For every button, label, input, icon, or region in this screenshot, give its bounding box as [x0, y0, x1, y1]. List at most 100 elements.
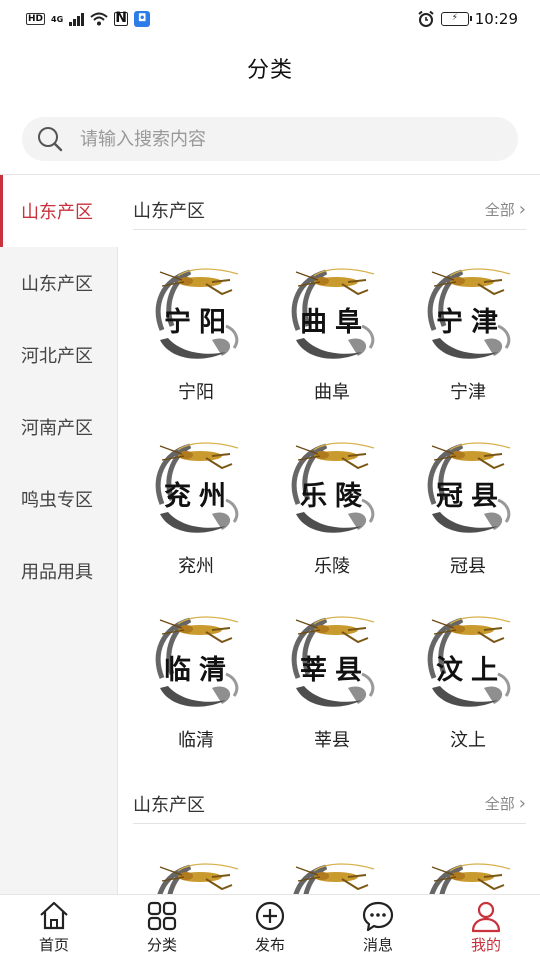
region-thumbnail: 兖州: [142, 434, 250, 542]
page-title: 分类: [246, 58, 293, 83]
nfc-icon: N: [114, 10, 129, 26]
section-header: 山东产区 全部 ›: [133, 190, 526, 230]
section-header: 山东产区 全部 ›: [133, 784, 526, 824]
sidebar-item-label: 河南产区: [21, 418, 93, 439]
status-left: HD 4G N ◘: [26, 10, 151, 27]
region-thumbnail: [414, 855, 522, 894]
tab-home[interactable]: 首页: [0, 895, 108, 960]
section-title: 山东产区: [133, 794, 205, 816]
region-label: 临清: [178, 730, 214, 751]
region-label: 宁津: [450, 382, 486, 403]
region-label: 汶上: [450, 730, 486, 751]
chevron-right-icon: ›: [518, 793, 526, 814]
cricket-ink-icon: [293, 863, 375, 894]
tab-label: 发布: [254, 936, 285, 954]
region-card[interactable]: [133, 855, 259, 894]
sidebar-item-supplies[interactable]: 用品用具: [0, 535, 117, 607]
region-badge-text: 乐陵: [300, 481, 370, 512]
tab-profile[interactable]: 我的: [432, 895, 540, 960]
region-badge-text: 宁阳: [164, 307, 234, 338]
region-label: 莘县: [314, 730, 350, 751]
region-thumbnail: 临清: [142, 608, 250, 716]
category-sidebar: 山东产区 山东产区 河北产区 河南产区 鸣虫专区 用品用具: [0, 175, 118, 894]
tab-label: 我的: [470, 936, 501, 954]
view-all-label: 全部: [484, 201, 515, 219]
sidebar-item-label: 山东产区: [21, 202, 93, 223]
alarm-icon: [418, 10, 434, 27]
sidebar-item-singing-insects[interactable]: 鸣虫专区: [0, 463, 117, 535]
plus-circle-icon: [255, 901, 285, 931]
search-bar[interactable]: [22, 117, 518, 161]
chat-icon: [362, 901, 394, 932]
tab-category[interactable]: 分类: [108, 895, 216, 960]
region-badge-text: 冠县: [436, 481, 506, 512]
region-label: 冠县: [450, 556, 486, 577]
region-card[interactable]: 兖州 兖州: [133, 434, 259, 578]
clock: 10:29: [474, 10, 518, 28]
view-all-link[interactable]: 全部 ›: [485, 793, 526, 814]
view-all-link[interactable]: 全部 ›: [485, 199, 526, 220]
region-thumbnail: 乐陵: [278, 434, 386, 542]
wifi-icon: [90, 12, 108, 26]
battery-icon: ⚡: [440, 12, 472, 26]
region-badge-text: 汶上: [436, 655, 506, 686]
region-card[interactable]: 冠县 冠县: [405, 434, 531, 578]
region-label: 兖州: [178, 556, 214, 577]
region-label: 曲阜: [314, 382, 350, 403]
region-thumbnail: [142, 855, 250, 894]
tab-messages[interactable]: 消息: [324, 895, 432, 960]
sidebar-item-shandong-active[interactable]: 山东产区: [0, 175, 118, 247]
region-badge-text: 兖州: [164, 481, 234, 512]
sidebar-item-label: 鸣虫专区: [21, 490, 93, 511]
region-thumbnail: 宁阳: [142, 260, 250, 368]
chevron-right-icon: ›: [518, 199, 526, 220]
region-badge-text: 临清: [164, 655, 234, 686]
home-icon: [40, 901, 68, 930]
view-all-label: 全部: [484, 795, 515, 813]
sidebar-item-shandong[interactable]: 山东产区: [0, 247, 117, 319]
region-card[interactable]: [405, 855, 531, 894]
tab-label: 首页: [38, 936, 69, 954]
region-card[interactable]: 临清 临清: [133, 608, 259, 752]
region-badge-text: 曲阜: [300, 307, 370, 338]
hd-icon: HD: [26, 13, 46, 25]
sidebar-item-label: 用品用具: [21, 562, 93, 583]
sidebar-item-label: 河北产区: [21, 346, 93, 367]
region-card[interactable]: 宁阳 宁阳: [133, 260, 259, 404]
region-card[interactable]: 曲阜 曲阜: [269, 260, 395, 404]
region-label: 乐陵: [314, 556, 350, 577]
region-card[interactable]: 宁津 宁津: [405, 260, 531, 404]
sidebar-item-label: 山东产区: [21, 274, 93, 295]
region-thumbnail: 冠县: [414, 434, 522, 542]
tab-label: 分类: [146, 936, 177, 954]
region-thumbnail: 莘县: [278, 608, 386, 716]
region-thumbnail: 汶上: [414, 608, 522, 716]
region-badge-text: 莘县: [300, 655, 370, 686]
bottom-tab-bar: 首页 分类 发布 消息 我的: [0, 894, 540, 960]
region-thumbnail: 宁津: [414, 260, 522, 368]
region-card[interactable]: 莘县 莘县: [269, 608, 395, 752]
region-thumbnail: 曲阜: [278, 260, 386, 368]
signal-icon: [69, 12, 85, 26]
region-card[interactable]: 汶上 汶上: [405, 608, 531, 752]
status-right: ⚡ 10:29: [417, 10, 518, 28]
app-notification-icon: ◘: [134, 11, 151, 27]
cricket-ink-icon: [429, 863, 511, 894]
region-label: 宁阳: [178, 382, 214, 403]
sidebar-item-hebei[interactable]: 河北产区: [0, 319, 117, 391]
grid-icon: [147, 901, 177, 931]
cricket-ink-icon: [157, 863, 239, 894]
status-bar: HD 4G N ◘ ⚡ 10:29: [0, 0, 540, 38]
tab-publish[interactable]: 发布: [216, 895, 324, 960]
region-card[interactable]: [269, 855, 395, 894]
search-input[interactable]: [80, 128, 480, 150]
search-icon: [38, 127, 63, 152]
sidebar-item-henan[interactable]: 河南产区: [0, 391, 117, 463]
region-card[interactable]: 乐陵 乐陵: [269, 434, 395, 578]
region-thumbnail: [278, 855, 386, 894]
user-icon: [471, 901, 501, 933]
section-title: 山东产区: [133, 200, 205, 222]
network-type: 4G: [51, 14, 64, 24]
region-badge-text: 宁津: [436, 307, 506, 338]
category-content: 山东产区 全部 › 宁阳 宁阳 曲阜 曲阜 宁津 宁津 兖州 兖州 乐陵 乐陵 冠县 冠县 临清 临清 莘县莘…: [118, 175, 540, 894]
